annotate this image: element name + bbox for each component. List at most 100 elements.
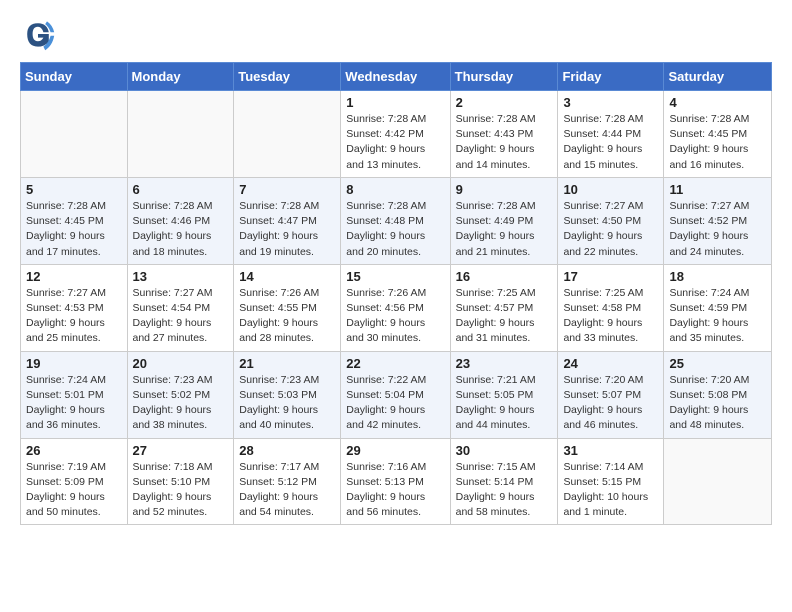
day-number: 7 <box>239 182 335 197</box>
day-number: 4 <box>669 95 766 110</box>
day-cell: 30 Sunrise: 7:15 AM Sunset: 5:14 PM Dayli… <box>450 438 558 525</box>
day-number: 20 <box>133 356 229 371</box>
logo-icon <box>20 16 56 52</box>
day-number: 17 <box>563 269 658 284</box>
day-number: 1 <box>346 95 444 110</box>
day-number: 18 <box>669 269 766 284</box>
day-cell: 28Sunrise: 7:17 AM Sunset: 5:12 PM Dayli… <box>234 438 341 525</box>
weekday-header-thursday: Thursday <box>450 63 558 91</box>
weekday-header-saturday: Saturday <box>664 63 772 91</box>
weekday-header-monday: Monday <box>127 63 234 91</box>
day-number: 11 <box>669 182 766 197</box>
day-info: Sunrise: 7:28 AM Sunset: 4:45 PM Dayligh… <box>26 199 122 260</box>
day-cell: 9 Sunrise: 7:28 AM Sunset: 4:49 PM Daylig… <box>450 177 558 264</box>
day-cell <box>664 438 772 525</box>
day-info: Sunrise: 7:27 AM Sunset: 4:50 PM Dayligh… <box>563 199 658 260</box>
day-info: Sunrise: 7:28 AM Sunset: 4:45 PM Dayligh… <box>669 112 766 173</box>
day-cell: 18 Sunrise: 7:24 AM Sunset: 4:59 PM Dayli… <box>664 264 772 351</box>
day-number: 6 <box>133 182 229 197</box>
week-row-1: 1Sunrise: 7:28 AM Sunset: 4:42 PM Daylig… <box>21 91 772 178</box>
day-info: Sunrise: 7:26 AM Sunset: 4:56 PM Dayligh… <box>346 286 444 347</box>
day-info: Sunrise: 7:17 AM Sunset: 5:12 PM Dayligh… <box>239 460 335 521</box>
day-number: 30 <box>456 443 553 458</box>
page: SundayMondayTuesdayWednesdayThursdayFrid… <box>0 0 792 545</box>
day-cell: 11 Sunrise: 7:27 AM Sunset: 4:52 PM Dayli… <box>664 177 772 264</box>
day-number: 16 <box>456 269 553 284</box>
day-info: Sunrise: 7:15 AM Sunset: 5:14 PM Dayligh… <box>456 460 553 521</box>
calendar: SundayMondayTuesdayWednesdayThursdayFrid… <box>20 62 772 525</box>
day-number: 13 <box>133 269 229 284</box>
day-info: Sunrise: 7:22 AM Sunset: 5:04 PM Dayligh… <box>346 373 444 434</box>
week-row-5: 26 Sunrise: 7:19 AM Sunset: 5:09 PM Dayli… <box>21 438 772 525</box>
day-info: Sunrise: 7:25 AM Sunset: 4:57 PM Dayligh… <box>456 286 553 347</box>
day-cell: 31Sunrise: 7:14 AM Sunset: 5:15 PM Dayli… <box>558 438 664 525</box>
week-row-4: 19Sunrise: 7:24 AM Sunset: 5:01 PM Dayli… <box>21 351 772 438</box>
logo <box>20 16 62 52</box>
weekday-header-friday: Friday <box>558 63 664 91</box>
day-cell: 23 Sunrise: 7:21 AM Sunset: 5:05 PM Dayli… <box>450 351 558 438</box>
day-number: 23 <box>456 356 553 371</box>
day-cell: 25 Sunrise: 7:20 AM Sunset: 5:08 PM Dayli… <box>664 351 772 438</box>
day-info: Sunrise: 7:20 AM Sunset: 5:07 PM Dayligh… <box>563 373 658 434</box>
day-info: Sunrise: 7:27 AM Sunset: 4:54 PM Dayligh… <box>133 286 229 347</box>
day-cell: 7 Sunrise: 7:28 AM Sunset: 4:47 PM Daylig… <box>234 177 341 264</box>
day-number: 3 <box>563 95 658 110</box>
week-row-2: 5Sunrise: 7:28 AM Sunset: 4:45 PM Daylig… <box>21 177 772 264</box>
day-info: Sunrise: 7:20 AM Sunset: 5:08 PM Dayligh… <box>669 373 766 434</box>
day-cell: 4 Sunrise: 7:28 AM Sunset: 4:45 PM Daylig… <box>664 91 772 178</box>
day-info: Sunrise: 7:21 AM Sunset: 5:05 PM Dayligh… <box>456 373 553 434</box>
day-number: 8 <box>346 182 444 197</box>
day-cell: 8 Sunrise: 7:28 AM Sunset: 4:48 PM Daylig… <box>341 177 450 264</box>
day-info: Sunrise: 7:18 AM Sunset: 5:10 PM Dayligh… <box>133 460 229 521</box>
day-number: 22 <box>346 356 444 371</box>
weekday-header-wednesday: Wednesday <box>341 63 450 91</box>
day-number: 9 <box>456 182 553 197</box>
day-cell: 17Sunrise: 7:25 AM Sunset: 4:58 PM Dayli… <box>558 264 664 351</box>
day-cell: 13 Sunrise: 7:27 AM Sunset: 4:54 PM Dayli… <box>127 264 234 351</box>
day-number: 10 <box>563 182 658 197</box>
day-cell: 2Sunrise: 7:28 AM Sunset: 4:43 PM Daylig… <box>450 91 558 178</box>
day-number: 19 <box>26 356 122 371</box>
day-cell: 10 Sunrise: 7:27 AM Sunset: 4:50 PM Dayli… <box>558 177 664 264</box>
day-number: 25 <box>669 356 766 371</box>
day-info: Sunrise: 7:28 AM Sunset: 4:44 PM Dayligh… <box>563 112 658 173</box>
day-cell <box>127 91 234 178</box>
day-cell: 15 Sunrise: 7:26 AM Sunset: 4:56 PM Dayli… <box>341 264 450 351</box>
day-info: Sunrise: 7:23 AM Sunset: 5:03 PM Dayligh… <box>239 373 335 434</box>
day-info: Sunrise: 7:28 AM Sunset: 4:43 PM Dayligh… <box>456 112 553 173</box>
day-cell: 26 Sunrise: 7:19 AM Sunset: 5:09 PM Dayli… <box>21 438 128 525</box>
day-info: Sunrise: 7:28 AM Sunset: 4:47 PM Dayligh… <box>239 199 335 260</box>
day-cell: 3 Sunrise: 7:28 AM Sunset: 4:44 PM Daylig… <box>558 91 664 178</box>
day-cell: 20Sunrise: 7:23 AM Sunset: 5:02 PM Dayli… <box>127 351 234 438</box>
week-row-3: 12 Sunrise: 7:27 AM Sunset: 4:53 PM Dayli… <box>21 264 772 351</box>
day-cell: 24Sunrise: 7:20 AM Sunset: 5:07 PM Dayli… <box>558 351 664 438</box>
day-number: 29 <box>346 443 444 458</box>
weekday-header-row: SundayMondayTuesdayWednesdayThursdayFrid… <box>21 63 772 91</box>
day-cell: 29 Sunrise: 7:16 AM Sunset: 5:13 PM Dayli… <box>341 438 450 525</box>
day-number: 26 <box>26 443 122 458</box>
header <box>20 16 772 52</box>
day-info: Sunrise: 7:19 AM Sunset: 5:09 PM Dayligh… <box>26 460 122 521</box>
day-number: 15 <box>346 269 444 284</box>
day-cell: 19Sunrise: 7:24 AM Sunset: 5:01 PM Dayli… <box>21 351 128 438</box>
weekday-header-sunday: Sunday <box>21 63 128 91</box>
day-info: Sunrise: 7:14 AM Sunset: 5:15 PM Dayligh… <box>563 460 658 521</box>
day-cell <box>21 91 128 178</box>
day-cell: 14 Sunrise: 7:26 AM Sunset: 4:55 PM Dayli… <box>234 264 341 351</box>
day-info: Sunrise: 7:27 AM Sunset: 4:52 PM Dayligh… <box>669 199 766 260</box>
day-info: Sunrise: 7:26 AM Sunset: 4:55 PM Dayligh… <box>239 286 335 347</box>
day-cell: 21 Sunrise: 7:23 AM Sunset: 5:03 PM Dayli… <box>234 351 341 438</box>
day-info: Sunrise: 7:24 AM Sunset: 4:59 PM Dayligh… <box>669 286 766 347</box>
day-info: Sunrise: 7:28 AM Sunset: 4:49 PM Dayligh… <box>456 199 553 260</box>
day-number: 27 <box>133 443 229 458</box>
day-cell: 6Sunrise: 7:28 AM Sunset: 4:46 PM Daylig… <box>127 177 234 264</box>
weekday-header-tuesday: Tuesday <box>234 63 341 91</box>
day-info: Sunrise: 7:16 AM Sunset: 5:13 PM Dayligh… <box>346 460 444 521</box>
day-cell: 22 Sunrise: 7:22 AM Sunset: 5:04 PM Dayli… <box>341 351 450 438</box>
day-info: Sunrise: 7:27 AM Sunset: 4:53 PM Dayligh… <box>26 286 122 347</box>
day-info: Sunrise: 7:28 AM Sunset: 4:48 PM Dayligh… <box>346 199 444 260</box>
day-number: 14 <box>239 269 335 284</box>
day-number: 21 <box>239 356 335 371</box>
day-number: 12 <box>26 269 122 284</box>
day-cell <box>234 91 341 178</box>
